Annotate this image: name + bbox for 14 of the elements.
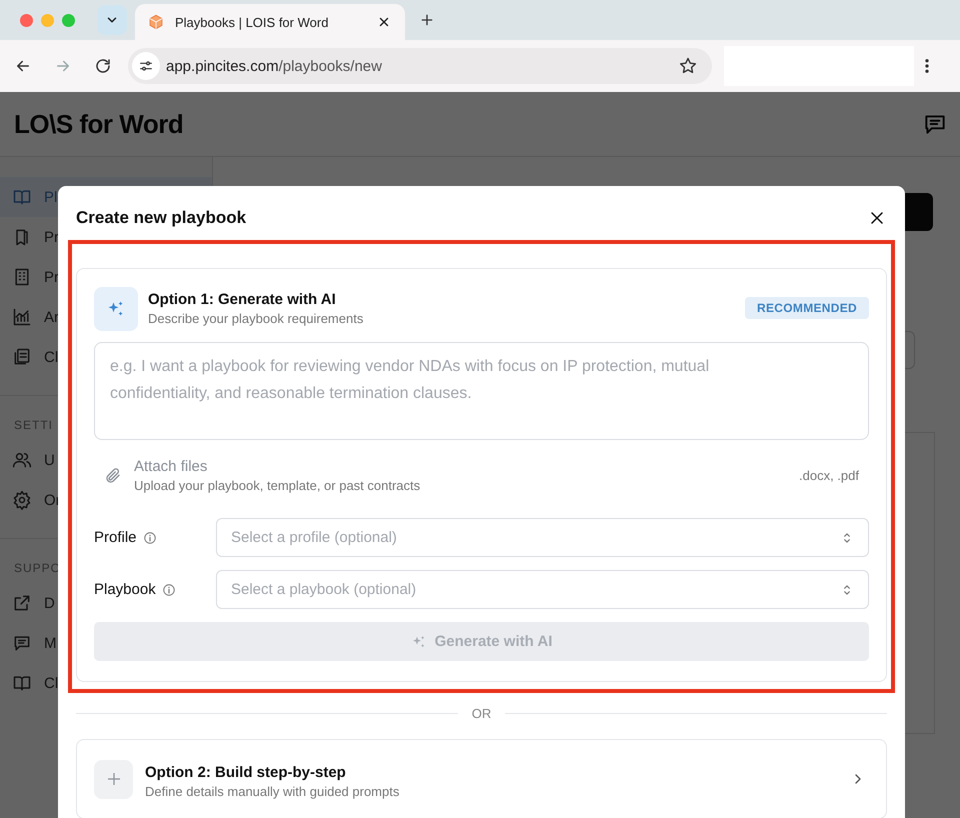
divider-label: OR (472, 706, 492, 720)
file-types: .docx, .pdf (799, 468, 859, 483)
tab-title: Playbooks | LOIS for Word (175, 14, 330, 30)
option-subtitle: Describe your playbook requirements (148, 311, 364, 326)
attach-subtitle: Upload your playbook, template, or past contracts (134, 478, 422, 493)
field-label: Profile (94, 529, 137, 546)
attach-title: Attach files (134, 458, 208, 475)
option-subtitle: Define details manually with guided prompts (145, 784, 400, 798)
url-text: app.pincites.com/playbooks/new (166, 58, 383, 74)
option-title: Option 2: Build step-by-step (145, 764, 347, 780)
dialog-title: Create new playbook (76, 208, 246, 228)
field-label: Playbook (94, 581, 156, 598)
recommended-badge: RECOMMENDED (745, 297, 869, 319)
option-title: Option 1: Generate with AI (148, 291, 337, 308)
